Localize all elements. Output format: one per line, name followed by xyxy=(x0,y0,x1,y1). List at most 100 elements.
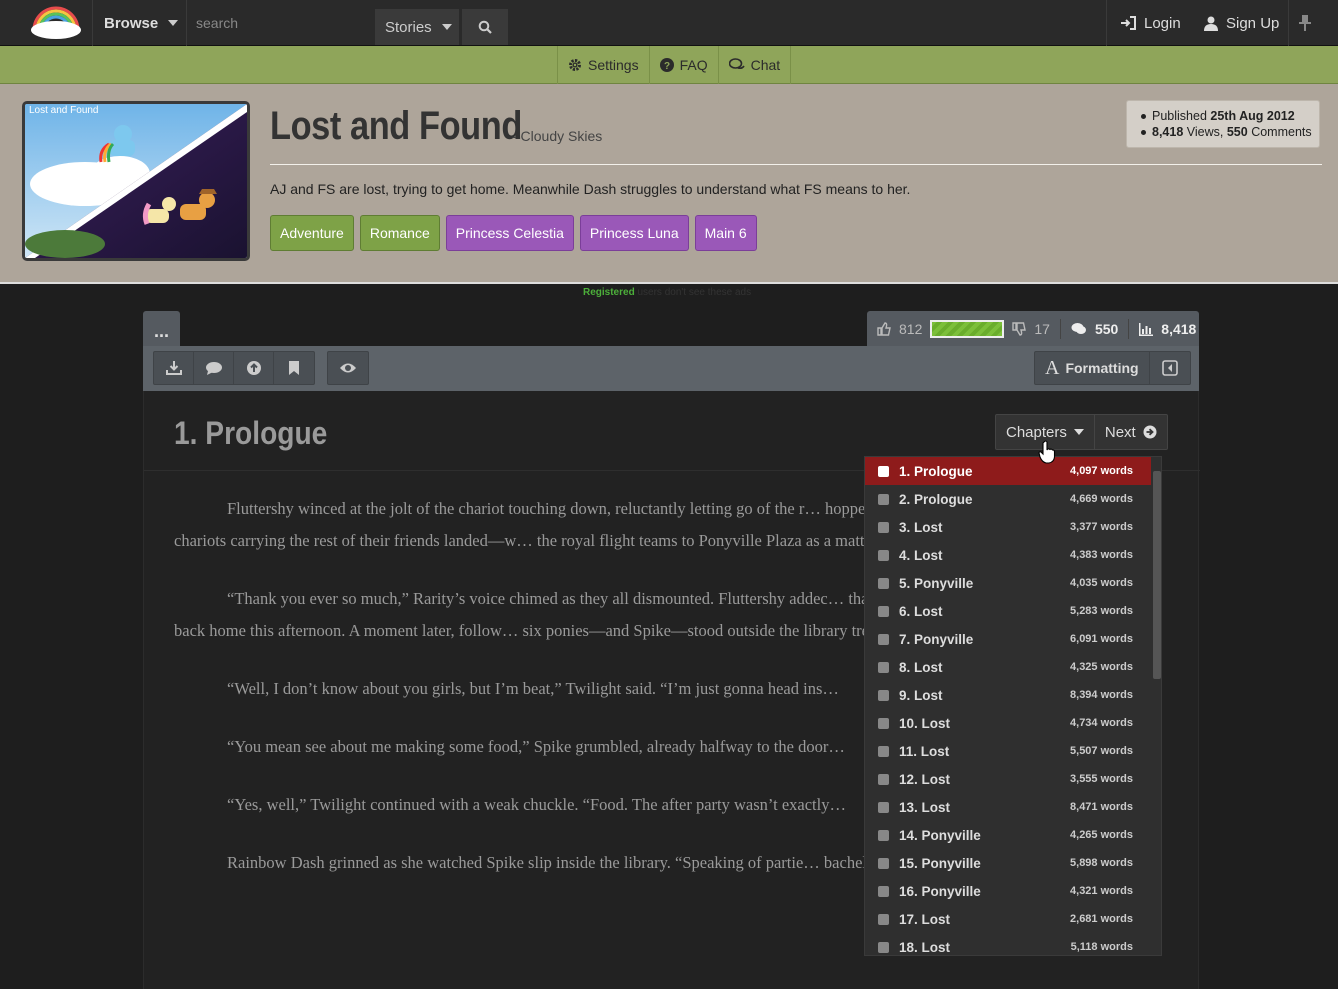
read-checkbox-icon[interactable] xyxy=(878,829,889,841)
read-later-button[interactable] xyxy=(328,352,368,384)
chapter-list-item[interactable]: 17. Lost 2,681 words xyxy=(865,905,1151,933)
comment-button[interactable] xyxy=(194,352,234,384)
tag-main-6[interactable]: Main 6 xyxy=(694,215,757,251)
chapter-list-item[interactable]: 9. Lost 8,394 words xyxy=(865,681,1151,709)
chat-icon xyxy=(728,58,745,70)
collapse-left-icon xyxy=(1161,360,1178,376)
read-checkbox-icon[interactable] xyxy=(878,913,889,925)
read-checkbox-icon[interactable] xyxy=(878,465,889,477)
read-checkbox-icon[interactable] xyxy=(878,745,889,757)
next-chapter-button[interactable]: Next xyxy=(1095,415,1167,449)
chapter-list-item[interactable]: 1. Prologue 4,097 words xyxy=(865,457,1151,485)
chapter-word-count: 4,734 words xyxy=(1070,717,1133,729)
nav-divider xyxy=(186,0,187,46)
question-icon: ? xyxy=(659,58,674,72)
read-checkbox-icon[interactable] xyxy=(878,773,889,785)
search-input[interactable] xyxy=(188,10,368,36)
settings-link[interactable]: Settings xyxy=(557,46,649,84)
share-button[interactable] xyxy=(234,352,274,384)
login-icon xyxy=(1121,16,1136,30)
chapter-list-item[interactable]: 5. Ponyville 4,035 words xyxy=(865,569,1151,597)
story-cover-image[interactable]: Lost and Found xyxy=(22,101,250,261)
read-checkbox-icon[interactable] xyxy=(878,549,889,561)
thumbs-down-icon[interactable] xyxy=(1012,322,1027,336)
chapter-list-item[interactable]: 4. Lost 4,383 words xyxy=(865,541,1151,569)
sub-nav: Settings ? FAQ Chat xyxy=(0,46,1338,84)
signup-button[interactable]: Sign Up xyxy=(1194,0,1289,46)
hand-pointer-icon xyxy=(1038,440,1056,464)
chapter-list-item[interactable]: 6. Lost 5,283 words xyxy=(865,597,1151,625)
chapter-list-title: 15. Ponyville xyxy=(899,855,981,871)
stats-divider xyxy=(1059,319,1061,339)
chapter-list-item[interactable]: 15. Ponyville 5,898 words xyxy=(865,849,1151,877)
chapter-list-title: 2. Prologue xyxy=(899,491,973,507)
story-author[interactable]: - Cloudy Skies xyxy=(512,128,602,144)
read-checkbox-icon[interactable] xyxy=(878,801,889,813)
nav-divider xyxy=(1106,0,1107,46)
stats-divider xyxy=(1128,319,1130,339)
read-checkbox-icon[interactable] xyxy=(878,577,889,589)
read-checkbox-icon[interactable] xyxy=(878,633,889,645)
search-type-select[interactable]: Stories xyxy=(375,9,459,45)
chapter-list-item[interactable]: 16. Ponyville 4,321 words xyxy=(865,877,1151,905)
formatting-button[interactable]: A Formatting xyxy=(1035,352,1150,384)
site-logo[interactable] xyxy=(28,4,84,40)
chapter-list-title: 3. Lost xyxy=(899,519,943,535)
upload-circle-icon xyxy=(246,361,261,375)
search-button[interactable] xyxy=(462,9,508,45)
read-checkbox-icon[interactable] xyxy=(878,689,889,701)
read-checkbox-icon[interactable] xyxy=(878,493,889,505)
dropdown-scrollbar[interactable] xyxy=(1153,471,1161,679)
read-checkbox-icon[interactable] xyxy=(878,941,889,953)
collapse-sidebar-button[interactable] xyxy=(1150,352,1190,384)
bookmark-button[interactable] xyxy=(274,352,314,384)
pin-nav-button[interactable] xyxy=(1290,0,1320,46)
chapter-list-item[interactable]: 7. Ponyville 6,091 words xyxy=(865,625,1151,653)
chevron-down-icon xyxy=(1073,429,1084,435)
chapter-list-item[interactable]: 10. Lost 4,734 words xyxy=(865,709,1151,737)
dislikes-count: 17 xyxy=(1034,321,1050,337)
chapter-list-title: 11. Lost xyxy=(899,743,950,759)
tag-adventure[interactable]: Adventure xyxy=(270,215,354,251)
tag-princess-celestia[interactable]: Princess Celestia xyxy=(445,215,574,251)
story-options-tab[interactable]: ... xyxy=(143,311,180,347)
bar-chart-icon xyxy=(1139,322,1154,336)
chat-link[interactable]: Chat xyxy=(717,46,792,84)
read-checkbox-icon[interactable] xyxy=(878,521,889,533)
tag-romance[interactable]: Romance xyxy=(359,215,440,251)
chapter-list-title: 6. Lost xyxy=(899,603,943,619)
published-label: Published xyxy=(1152,109,1207,123)
read-checkbox-icon[interactable] xyxy=(878,717,889,729)
read-checkbox-icon[interactable] xyxy=(878,857,889,869)
chapter-list-item[interactable]: 2. Prologue 4,669 words xyxy=(865,485,1151,513)
chapter-word-count: 5,118 words xyxy=(1070,941,1133,953)
chapter-list-item[interactable]: 12. Lost 3,555 words xyxy=(865,765,1151,793)
bookmark-icon xyxy=(289,361,299,375)
read-checkbox-icon[interactable] xyxy=(878,661,889,673)
formatting-label: Formatting xyxy=(1065,360,1139,376)
chapter-list-item[interactable]: 8. Lost 4,325 words xyxy=(865,653,1151,681)
chapter-list-title: 12. Lost xyxy=(899,771,951,787)
gear-icon xyxy=(569,59,581,71)
story-title[interactable]: Lost and Found xyxy=(270,104,522,149)
views-count[interactable]: 8,418 xyxy=(1161,321,1196,337)
login-button[interactable]: Login xyxy=(1110,0,1191,46)
download-button[interactable] xyxy=(154,352,194,384)
read-checkbox-icon[interactable] xyxy=(878,885,889,897)
chapter-list-item[interactable]: 14. Ponyville 4,265 words xyxy=(865,821,1151,849)
tag-princess-luna[interactable]: Princess Luna xyxy=(579,215,689,251)
chapter-list-item[interactable]: 3. Lost 3,377 words xyxy=(865,513,1151,541)
chapter-list-item[interactable]: 13. Lost 8,471 words xyxy=(865,793,1151,821)
chapter-word-count: 4,097 words xyxy=(1070,465,1133,477)
chapter-list-title: 1. Prologue xyxy=(899,463,973,479)
chapter-list-item[interactable]: 18. Lost 5,118 words xyxy=(865,933,1151,955)
chapter-list-title: 14. Ponyville xyxy=(899,827,981,843)
comments-count[interactable]: 550 xyxy=(1095,321,1118,337)
chapter-list-item[interactable]: 11. Lost 5,507 words xyxy=(865,737,1151,765)
chapter-list-title: 5. Ponyville xyxy=(899,575,974,591)
read-checkbox-icon[interactable] xyxy=(878,605,889,617)
faq-link[interactable]: ? FAQ xyxy=(648,46,718,84)
browse-menu[interactable]: Browse xyxy=(92,0,190,46)
registered-link[interactable]: Registered xyxy=(583,287,635,298)
thumbs-up-icon[interactable] xyxy=(877,322,891,336)
